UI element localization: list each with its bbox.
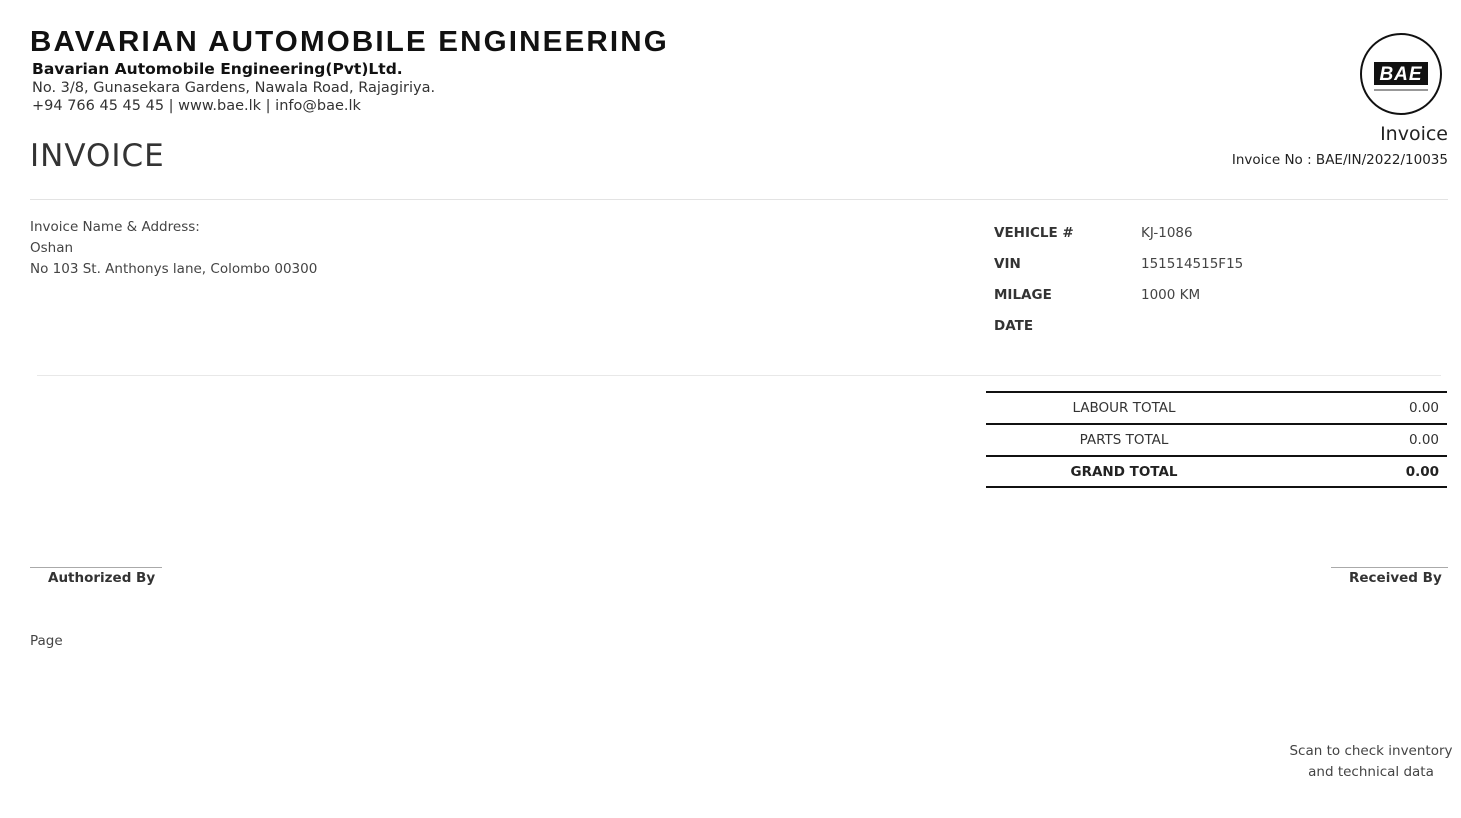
authorized-by-label: Authorized By (48, 570, 156, 586)
labour-total-label: LABOUR TOTAL (1072, 400, 1176, 416)
billing-name: Oshan (30, 240, 74, 256)
company-logo: BAE (1360, 33, 1442, 115)
page-label: Page (30, 633, 63, 649)
logo-mark: BAE (1379, 64, 1422, 85)
billing-caption: Invoice Name & Address: (30, 219, 200, 235)
billing-address: No 103 St. Anthonys lane, Colombo 00300 (30, 261, 318, 277)
totals-rule (986, 486, 1447, 488)
authorized-signature-line (30, 567, 162, 568)
bae-logo-icon: BAE (1374, 62, 1428, 91)
scan-note: Scan to check inventory and technical da… (1289, 743, 1453, 780)
invoice-number: Invoice No : BAE/IN/2022/10035 (1231, 152, 1448, 168)
grand-total-label: GRAND TOTAL (1070, 464, 1178, 480)
company-name: BAVARIAN AUTOMOBILE ENGINEERING (30, 26, 669, 58)
company-legal-name: Bavarian Automobile Engineering(Pvt)Ltd. (32, 60, 403, 78)
mileage-value: 1000 KM (1141, 287, 1201, 303)
totals-rule (986, 423, 1447, 425)
header-divider (30, 199, 1448, 200)
document-type-label: Invoice (1380, 123, 1448, 145)
grand-total-value: 0.00 (1405, 464, 1439, 480)
parts-total-value: 0.00 (1408, 432, 1439, 448)
page-title: INVOICE (30, 138, 165, 174)
received-signature-line (1331, 567, 1448, 568)
parts-total-label: PARTS TOTAL (1079, 432, 1169, 448)
vin-label: VIN (994, 256, 1021, 272)
received-by-label: Received By (1349, 570, 1442, 586)
mileage-label: MILAGE (994, 287, 1052, 303)
date-label: DATE (994, 318, 1034, 334)
section-divider (37, 375, 1441, 376)
totals-rule (986, 391, 1447, 393)
company-address: No. 3/8, Gunasekara Gardens, Nawala Road… (32, 80, 436, 96)
vehicle-number-value: KJ-1086 (1141, 225, 1193, 241)
labour-total-value: 0.00 (1408, 400, 1439, 416)
vin-value: 151514515F15 (1141, 256, 1244, 272)
vehicle-number-label: VEHICLE # (994, 225, 1074, 241)
company-contact: +94 766 45 45 45 | www.bae.lk | info@bae… (32, 98, 361, 114)
totals-rule (986, 455, 1447, 457)
